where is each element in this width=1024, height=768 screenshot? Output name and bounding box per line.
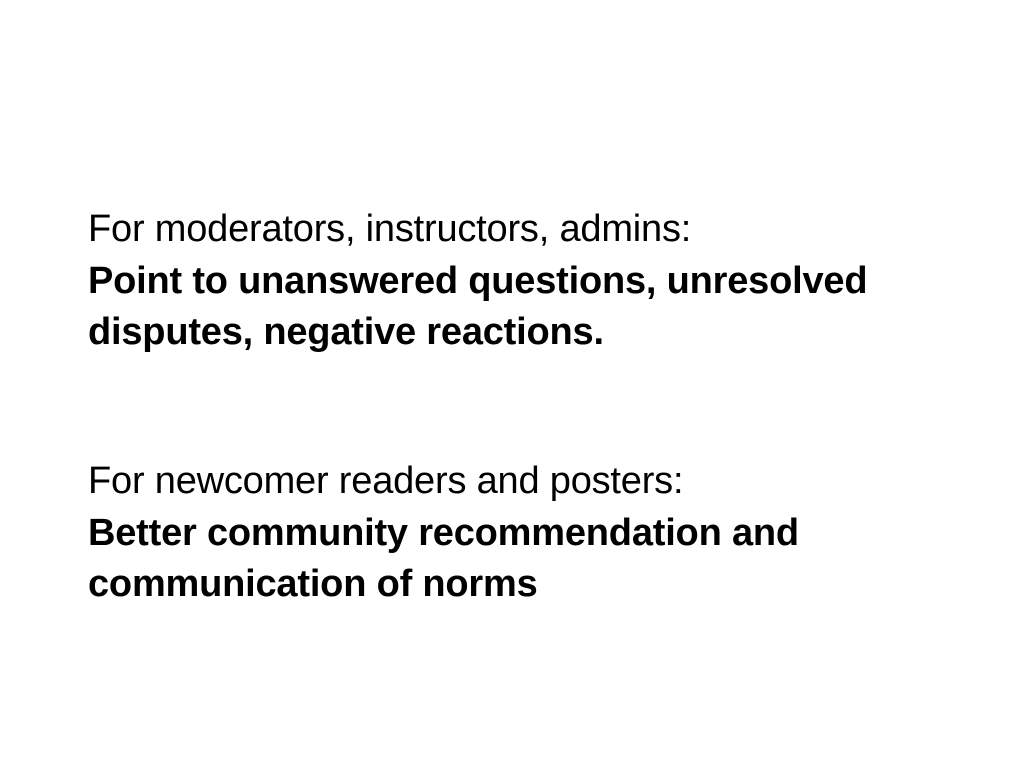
audience-block-moderators: For moderators, instructors, admins: Poi… xyxy=(88,206,988,358)
slide: For moderators, instructors, admins: Poi… xyxy=(0,0,1024,768)
audience-label-newcomers: For newcomer readers and posters: xyxy=(88,460,684,502)
audience-benefit-moderators: Point to unanswered questions, unresolve… xyxy=(88,260,868,353)
audience-block-newcomers: For newcomer readers and posters: Better… xyxy=(88,458,988,610)
audience-benefit-newcomers: Better community recommendation and comm… xyxy=(88,512,799,605)
audience-label-moderators: For moderators, instructors, admins: xyxy=(88,208,692,250)
